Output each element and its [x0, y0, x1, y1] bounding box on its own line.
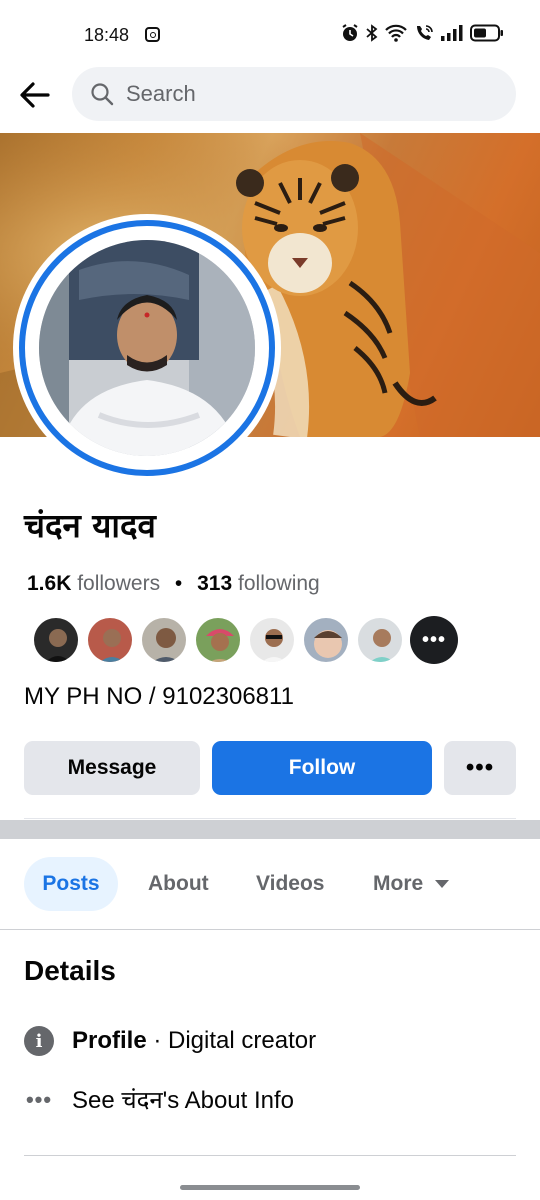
detail-profile-row: i Profile · Digital creator	[24, 1026, 316, 1056]
followers-label: followers	[77, 572, 161, 595]
detail-profile-value: · Digital creator	[146, 1027, 317, 1054]
search-bar[interactable]	[72, 67, 516, 121]
bluetooth-icon	[366, 24, 378, 42]
more-dots-icon: •••	[25, 1086, 53, 1112]
details-heading: Details	[24, 955, 116, 986]
follow-stats[interactable]: 1.6K followers • 313 following	[27, 572, 320, 596]
wifi-call-icon	[417, 25, 433, 40]
instagram-icon	[145, 27, 160, 42]
battery-icon	[470, 24, 503, 42]
follower-avatar[interactable]	[356, 616, 404, 664]
message-button[interactable]: Message	[24, 741, 200, 795]
see-about-info-link[interactable]: ••• See चंदन's About Info	[24, 1083, 294, 1116]
divider	[24, 818, 516, 819]
status-icons	[341, 24, 504, 42]
stats-separator: •	[174, 572, 183, 595]
alarm-icon	[342, 24, 358, 41]
tab-posts[interactable]: Posts	[24, 857, 118, 911]
follower-avatar[interactable]	[86, 616, 134, 664]
see-about-info-label: See चंदन's About Info	[72, 1087, 295, 1114]
profile-photo	[39, 240, 255, 456]
profile-bio: MY PH NO / 9102306811	[24, 683, 294, 710]
divider	[24, 1155, 516, 1156]
follower-avatar[interactable]	[248, 616, 296, 664]
signal-icon	[441, 25, 463, 41]
avatar[interactable]	[13, 214, 281, 482]
tab-about[interactable]: About	[148, 857, 209, 911]
follower-avatar[interactable]	[32, 616, 80, 664]
profile-tabs: Posts About Videos More	[0, 857, 540, 913]
wifi-icon	[385, 24, 407, 42]
followers-count: 1.6K	[27, 572, 72, 595]
following-label: following	[238, 572, 320, 595]
profile-name: चंदन यादव	[24, 506, 156, 545]
search-icon	[91, 83, 114, 106]
tab-more[interactable]: More	[373, 857, 450, 911]
tab-more-label: More	[373, 872, 424, 895]
back-arrow-icon[interactable]	[18, 78, 52, 112]
detail-profile-label: Profile	[72, 1027, 147, 1054]
more-options-button[interactable]: •••	[444, 741, 516, 795]
follow-button[interactable]: Follow	[212, 741, 432, 795]
tabs-divider	[0, 929, 540, 930]
tab-videos[interactable]: Videos	[256, 857, 324, 911]
caret-down-icon	[435, 880, 450, 888]
follower-avatar[interactable]	[140, 616, 188, 664]
story-ring	[19, 220, 275, 476]
status-bar: 18:48	[0, 0, 540, 62]
search-input[interactable]	[126, 67, 496, 121]
status-time: 18:48	[84, 25, 130, 45]
section-divider	[0, 820, 540, 839]
more-followers-button[interactable]: •••	[410, 616, 458, 664]
follower-avatar[interactable]	[194, 616, 242, 664]
follower-avatar[interactable]	[302, 616, 350, 664]
info-icon: i	[24, 1026, 54, 1056]
following-count: 313	[197, 572, 233, 595]
home-indicator[interactable]	[180, 1185, 360, 1190]
